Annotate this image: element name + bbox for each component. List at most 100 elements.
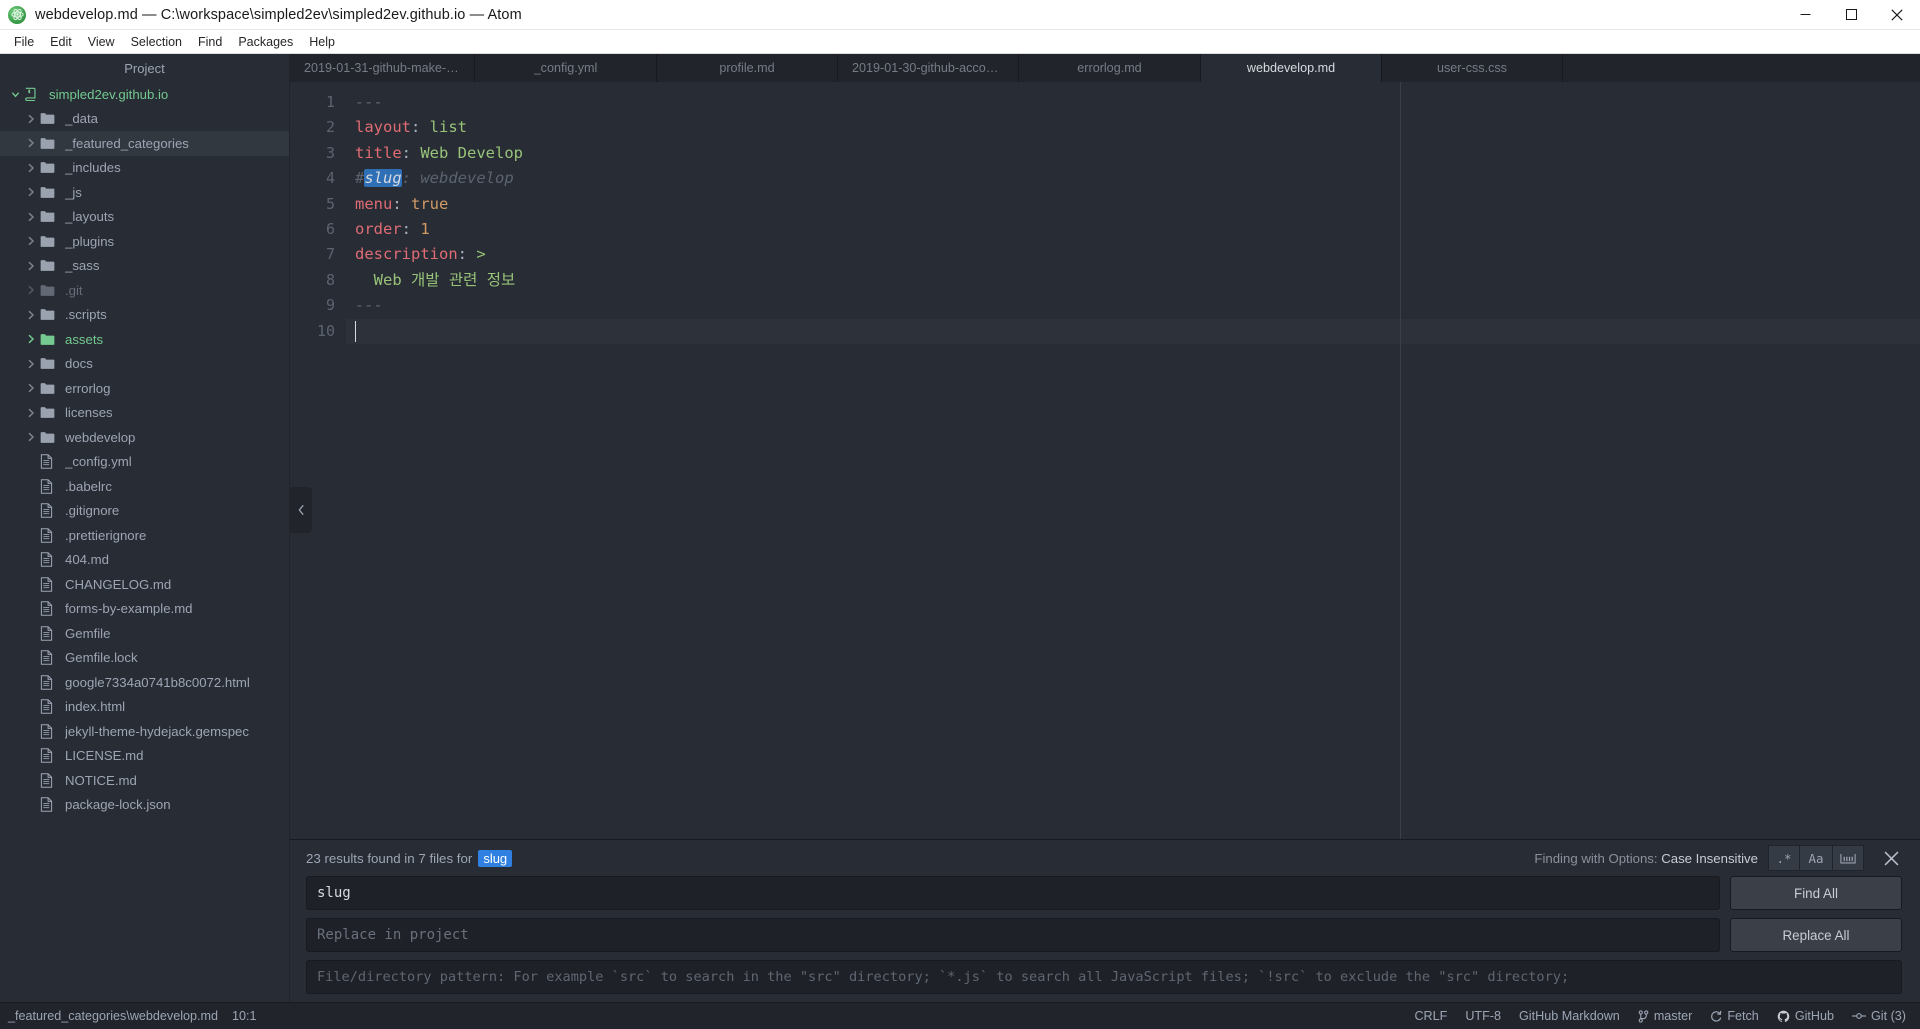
tree-file-row[interactable]: _config.yml [0, 450, 289, 475]
tree-folder-row[interactable]: _plugins [0, 229, 289, 254]
chevron-right-icon[interactable] [22, 334, 40, 344]
statusbar-github[interactable]: GitHub [1777, 1009, 1834, 1023]
tree-file-row[interactable]: .gitignore [0, 499, 289, 524]
tree-file-row[interactable]: Gemfile.lock [0, 646, 289, 671]
code-line[interactable]: menu: true [346, 192, 1920, 217]
chevron-right-icon[interactable] [22, 187, 40, 197]
whole-word-icon[interactable] [1832, 845, 1864, 871]
tree-folder-row[interactable]: licenses [0, 401, 289, 426]
menu-file[interactable]: File [6, 33, 42, 51]
chevron-right-icon[interactable] [22, 163, 40, 173]
tree-folder-row[interactable]: webdevelop [0, 425, 289, 450]
chevron-right-icon[interactable] [22, 261, 40, 271]
tree-file-row[interactable]: jekyll-theme-hydejack.gemspec [0, 719, 289, 744]
statusbar-grammar[interactable]: GitHub Markdown [1519, 1009, 1620, 1023]
line-number: 1 [325, 93, 335, 111]
tree-file-row[interactable]: Gemfile [0, 621, 289, 646]
tree-file-row[interactable]: forms-by-example.md [0, 597, 289, 622]
chevron-right-icon[interactable] [22, 359, 40, 369]
tree-file-row[interactable]: google7334a0741b8c0072.html [0, 670, 289, 695]
close-icon[interactable] [1874, 0, 1920, 30]
maximize-icon[interactable] [1828, 0, 1874, 30]
menu-view[interactable]: View [80, 33, 123, 51]
tree-file-row[interactable]: NOTICE.md [0, 768, 289, 793]
close-find-panel-icon[interactable] [1880, 847, 1902, 869]
code-editor[interactable]: 1 2 3 4 5 6 7 8 9 10 --- layout: list title: Web De… [290, 82, 1920, 839]
file-icon [40, 454, 60, 470]
statusbar-encoding[interactable]: UTF-8 [1465, 1009, 1501, 1023]
tree-file-row[interactable]: .babelrc [0, 474, 289, 499]
tree-folder-row[interactable]: docs [0, 352, 289, 377]
tree-file-row[interactable]: 404.md [0, 548, 289, 573]
code-line[interactable]: description: > [346, 242, 1920, 267]
tree-folder-row[interactable]: _featured_categories [0, 131, 289, 156]
tree-folder-row[interactable]: errorlog [0, 376, 289, 401]
statusbar-git-changes[interactable]: Git (3) [1852, 1009, 1906, 1023]
line-number: 7 [325, 245, 335, 264]
statusbar-branch[interactable]: master [1638, 1009, 1692, 1023]
menu-packages[interactable]: Packages [230, 33, 301, 51]
code-line[interactable] [346, 318, 1920, 344]
regex-toggle-button[interactable]: .* [1768, 845, 1800, 871]
editor-tab[interactable]: errorlog.md [1019, 54, 1201, 82]
editor-tab[interactable]: webdevelop.md [1201, 54, 1382, 82]
code-line[interactable]: Web 개발 관련 정보 [346, 268, 1920, 293]
tree-file-row[interactable]: LICENSE.md [0, 744, 289, 769]
tree-folder-row[interactable]: assets [0, 327, 289, 352]
code-line[interactable]: order: 1 [346, 217, 1920, 242]
tree-folder-row[interactable]: _data [0, 107, 289, 132]
chevron-right-icon[interactable] [22, 285, 40, 295]
statusbar-cursor-position[interactable]: 10:1 [232, 1009, 257, 1023]
line-number: 2 [325, 118, 335, 137]
editor-tab[interactable]: user-css.css [1382, 54, 1563, 82]
paths-to-include-input[interactable]: File/directory pattern: For example `src… [306, 960, 1902, 994]
find-all-button[interactable]: Find All [1730, 876, 1902, 910]
chevron-right-icon[interactable] [22, 114, 40, 124]
tree-folder-row[interactable]: .scripts [0, 303, 289, 328]
editor-tab[interactable]: profile.md [657, 54, 838, 82]
code-line[interactable]: --- [346, 90, 1920, 115]
panel-collapse-handle[interactable] [290, 487, 312, 533]
editor-tab[interactable]: 2019-01-31-github-make-gi... [290, 54, 475, 82]
tree-file-row[interactable]: CHANGELOG.md [0, 572, 289, 597]
chevron-right-icon[interactable] [22, 408, 40, 418]
tree-root-simpled2ev[interactable]: simpled2ev.github.io [0, 82, 289, 107]
chevron-right-icon[interactable] [22, 236, 40, 246]
menu-selection[interactable]: Selection [123, 33, 190, 51]
code-line[interactable]: #slug: webdevelop [346, 166, 1920, 191]
tree-folder-row[interactable]: _js [0, 180, 289, 205]
editor-tab[interactable]: 2019-01-30-github-account... [838, 54, 1019, 82]
chevron-down-icon[interactable] [6, 90, 24, 99]
tree-file-row[interactable]: package-lock.json [0, 793, 289, 818]
chevron-right-icon[interactable] [22, 432, 40, 442]
find-input[interactable]: slug [306, 876, 1720, 910]
folder-icon [40, 308, 60, 321]
case-sensitive-toggle-button[interactable]: Aa [1800, 845, 1832, 871]
tree-folder-row[interactable]: _layouts [0, 205, 289, 230]
statusbar-fetch[interactable]: Fetch [1710, 1009, 1759, 1023]
project-tree-sidebar: Project simpled2ev.github.io _data _featu… [0, 54, 290, 1002]
chevron-right-icon[interactable] [22, 138, 40, 148]
replace-input[interactable]: Replace in project [306, 918, 1720, 952]
tree-folder-row[interactable]: _includes [0, 156, 289, 181]
chevron-right-icon[interactable] [22, 383, 40, 393]
menu-find[interactable]: Find [190, 33, 230, 51]
tree-file-row[interactable]: .prettierignore [0, 523, 289, 548]
menu-help[interactable]: Help [301, 33, 343, 51]
code-line[interactable]: --- [346, 293, 1920, 318]
tree-folder-row[interactable]: .git [0, 278, 289, 303]
chevron-right-icon[interactable] [22, 310, 40, 320]
editor-tab-label: profile.md [719, 61, 775, 75]
minimize-icon[interactable] [1782, 0, 1828, 30]
statusbar-line-ending[interactable]: CRLF [1414, 1009, 1447, 1023]
statusbar-file-path[interactable]: _featured_categories\webdevelop.md [8, 1009, 218, 1023]
tree-file-row[interactable]: index.html [0, 695, 289, 720]
tree-folder-row[interactable]: _sass [0, 254, 289, 279]
editor-tab[interactable]: _config.yml [475, 54, 657, 82]
code-content[interactable]: --- layout: list title: Web Develop #slug: … [346, 82, 1920, 839]
menu-edit[interactable]: Edit [42, 33, 80, 51]
chevron-right-icon[interactable] [22, 212, 40, 222]
code-line[interactable]: title: Web Develop [346, 141, 1920, 166]
replace-all-button[interactable]: Replace All [1730, 918, 1902, 952]
code-line[interactable]: layout: list [346, 115, 1920, 140]
